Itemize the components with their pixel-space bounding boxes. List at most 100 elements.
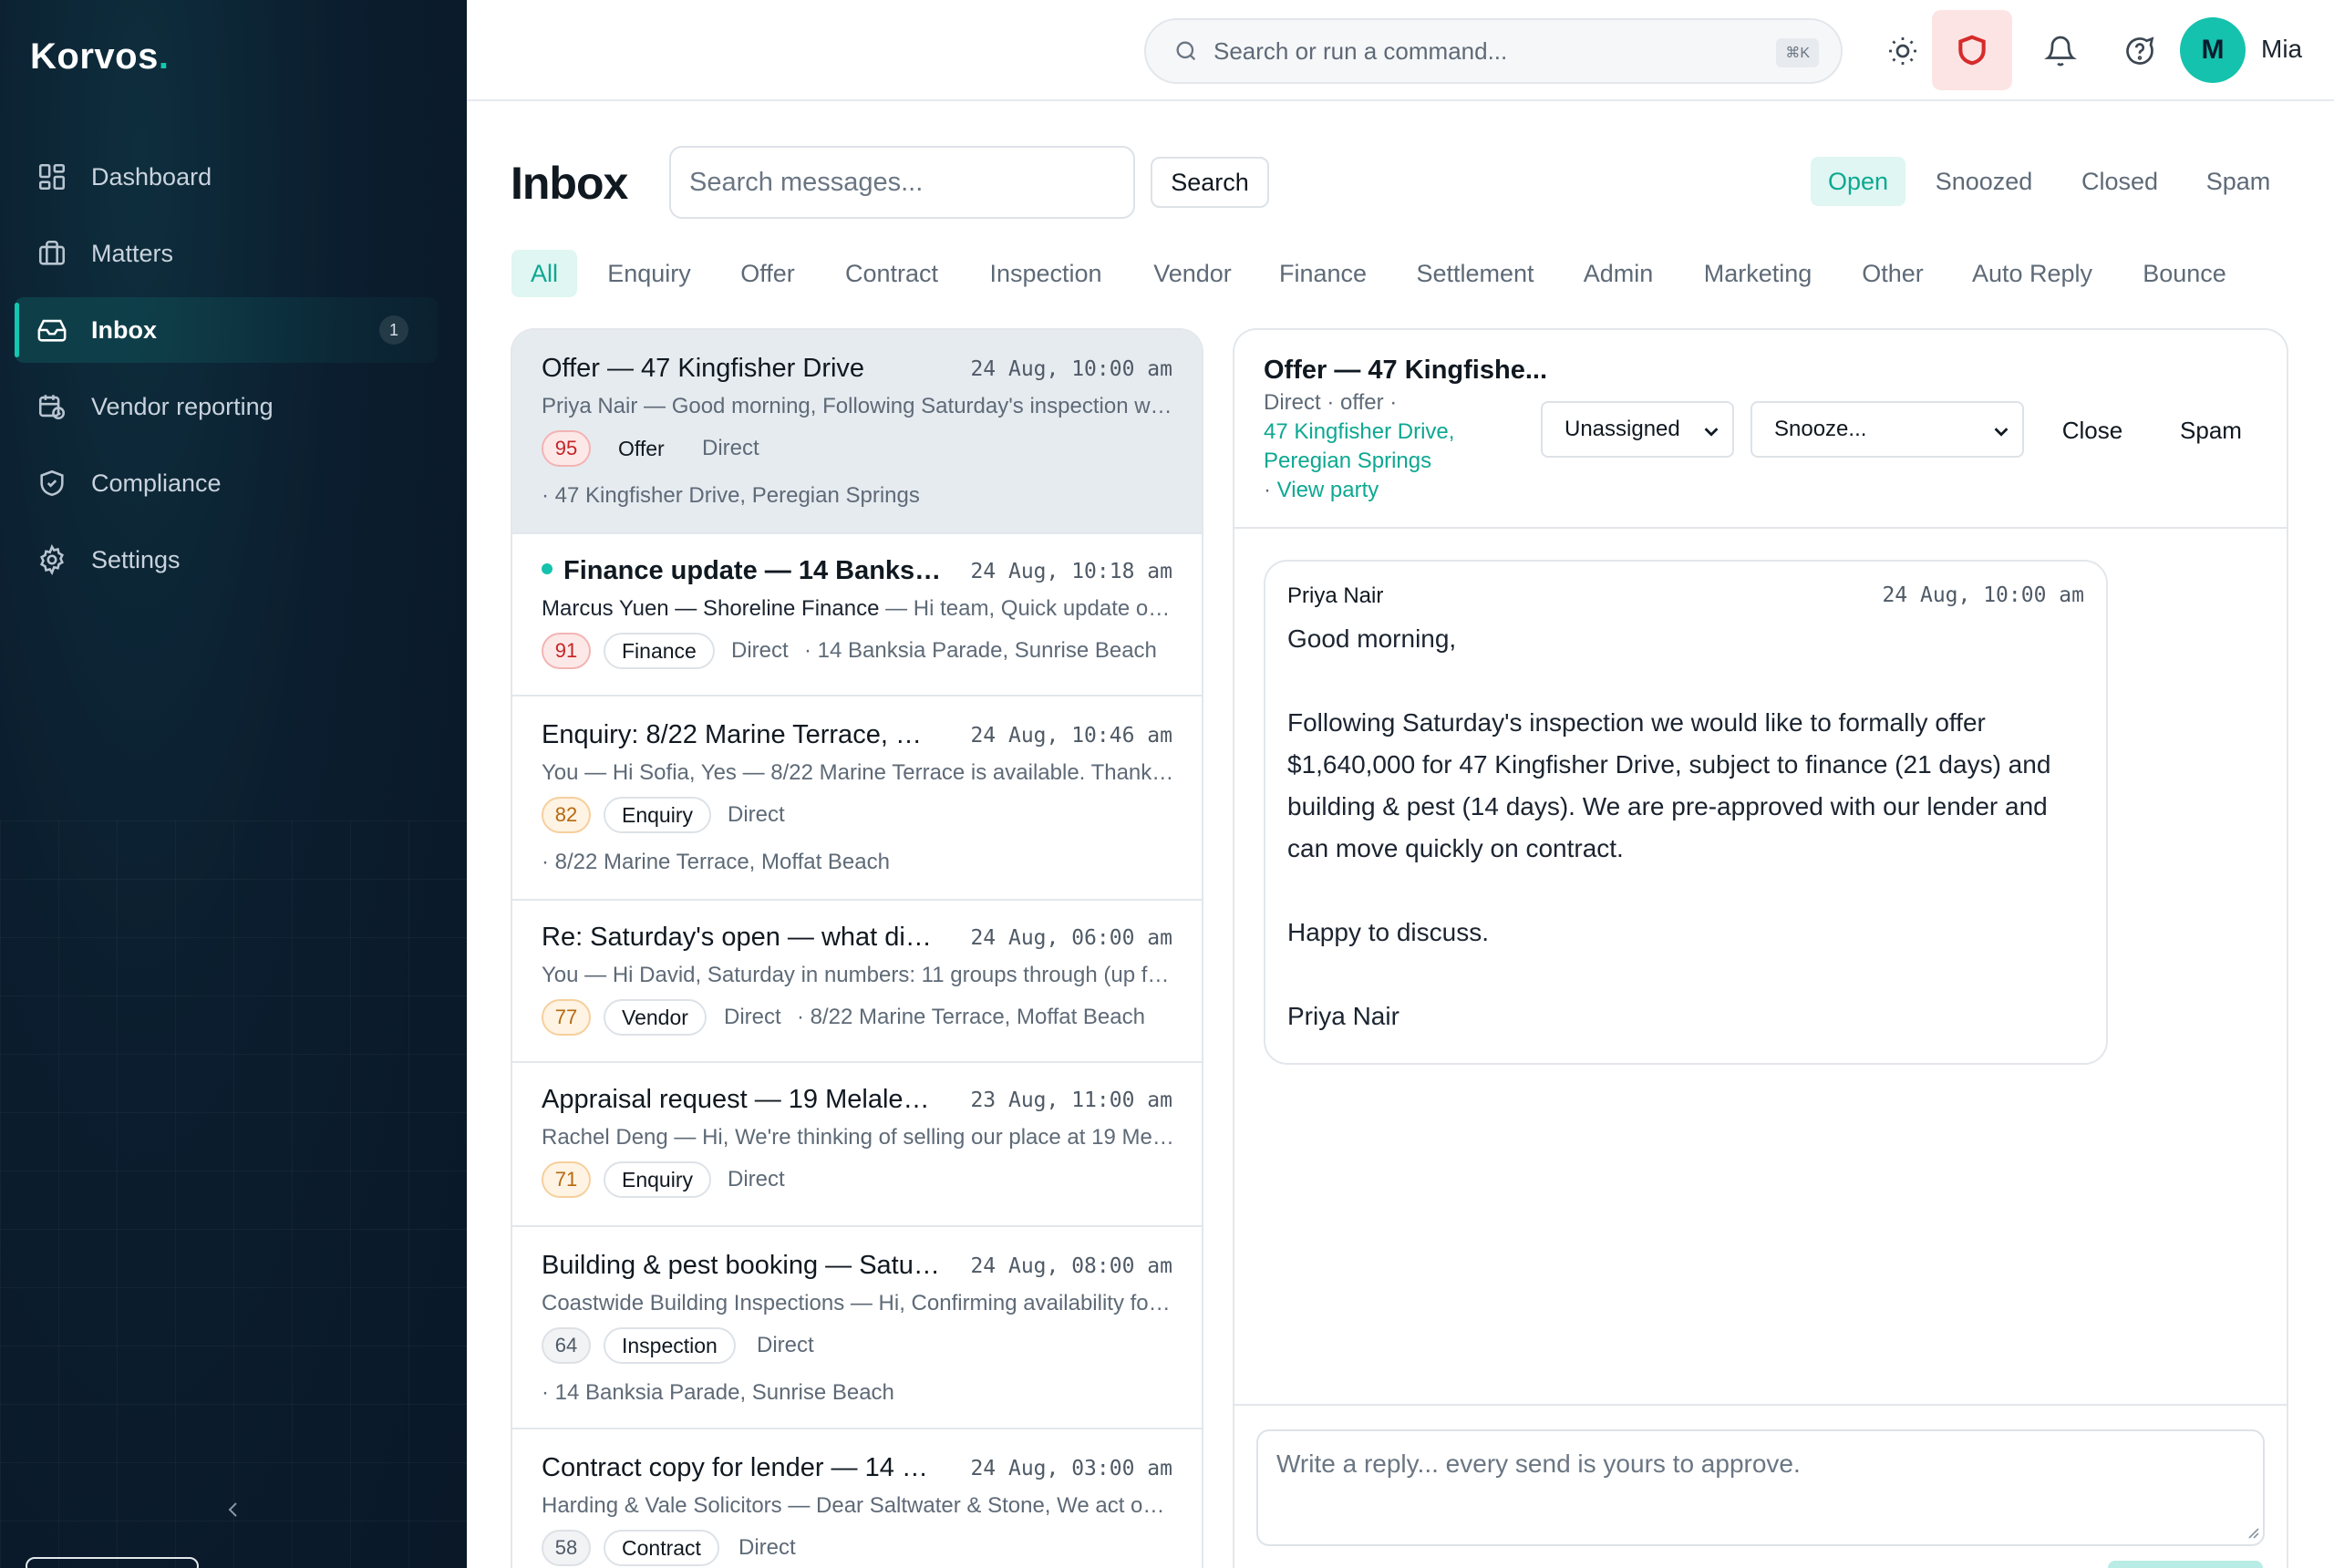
message-time: 24 Aug, 10:18 am — [970, 560, 1172, 583]
category-tab-inspection[interactable]: Inspection — [972, 250, 1120, 297]
category-tab-auto-reply[interactable]: Auto Reply — [1953, 250, 2112, 297]
gear-icon — [40, 544, 64, 575]
message-row[interactable]: Building & pest booking — Saturday inspe… — [512, 1227, 1202, 1429]
collapse-sidebar-button[interactable] — [222, 1499, 244, 1521]
keyboard-shortcut-hint: ⌘K — [1776, 38, 1819, 67]
channel-label: Direct — [757, 1333, 814, 1357]
message-preview: Coastwide Building Inspections — Hi, Con… — [542, 1291, 1174, 1315]
priority-score: 64 — [542, 1327, 591, 1364]
sidebar-item-compliance[interactable]: Compliance — [15, 450, 438, 516]
category-chip: Enquiry — [604, 1161, 711, 1198]
view-party-link[interactable]: View party — [1277, 478, 1379, 502]
category-tab-offer[interactable]: Offer — [720, 250, 815, 297]
category-tab-marketing[interactable]: Marketing — [1685, 250, 1831, 297]
spam-button[interactable]: Spam — [2159, 408, 2263, 452]
shield-alert-icon — [1958, 35, 1986, 66]
category-tab-finance[interactable]: Finance — [1265, 250, 1380, 297]
user-avatar[interactable]: M — [2180, 17, 2246, 83]
message-time: 24 Aug, 06:00 am — [970, 926, 1172, 950]
sidebar-item-label: Matters — [91, 239, 174, 267]
property-link[interactable]: 47 Kingfisher Drive, — [1264, 419, 1454, 445]
help-button[interactable] — [2113, 25, 2166, 77]
message-preview: You — Hi David, Saturday in numbers: 11 … — [542, 963, 1174, 987]
category-chip: Inspection — [604, 1327, 736, 1364]
category-tab-contract[interactable]: Contract — [830, 250, 954, 297]
search-button[interactable]: Search — [1151, 157, 1269, 208]
property-link-line2[interactable]: Peregian Springs — [1264, 449, 1431, 474]
snooze-value: Snooze... — [1774, 417, 1867, 441]
message-body: Good morning, Following Saturday's inspe… — [1287, 618, 2090, 1037]
status-tab-snoozed[interactable]: Snoozed — [1924, 157, 2044, 206]
sidebar-nav: Dashboard Matters Inbox 1 Vendor reporti… — [15, 144, 438, 603]
status-tab-closed[interactable]: Closed — [2066, 157, 2174, 206]
status-tab-open[interactable]: Open — [1811, 157, 1905, 206]
command-search[interactable]: Search or run a command... ⌘K — [1144, 18, 1843, 84]
resize-handle-icon[interactable] — [2245, 1524, 2259, 1539]
message-paragraph: Following Saturday's inspection we would… — [1287, 708, 2051, 862]
message-time: 24 Aug, 10:46 am — [970, 724, 1172, 748]
assignee-select[interactable]: Unassigned — [1541, 401, 1734, 458]
message-row[interactable]: Re: Saturday's open — what did buyers th… — [512, 901, 1202, 1063]
message-row[interactable]: Appraisal request — 19 Melaleuca Street … — [512, 1063, 1202, 1227]
message-time: 24 Aug, 10:00 am — [970, 357, 1172, 381]
shield-check-icon — [40, 469, 64, 497]
notifications-button[interactable] — [2034, 25, 2087, 77]
message-time: 23 Aug, 11:00 am — [970, 1088, 1172, 1112]
sidebar: Korvos. Dashboard Matters Inbox 1 Vendor… — [0, 0, 467, 1568]
app-logo[interactable]: Korvos. — [30, 36, 169, 77]
message-row[interactable]: Finance update — 14 Banksia Parade 24 Au… — [512, 534, 1202, 696]
search-messages-input[interactable] — [669, 146, 1135, 219]
sidebar-item-inbox[interactable]: Inbox 1 — [15, 297, 438, 363]
reply-secondary-button[interactable] — [26, 1557, 199, 1568]
channel-label: Direct — [738, 1535, 796, 1560]
briefcase-icon — [38, 240, 66, 265]
category-tab-settlement[interactable]: Settlement — [1400, 250, 1550, 297]
reply-textarea[interactable] — [1256, 1429, 2265, 1546]
status-tab-spam[interactable]: Spam — [2192, 157, 2285, 206]
message-row[interactable]: Contract copy for lender — 14 Banksia Pa… — [512, 1429, 1202, 1568]
message-row[interactable]: Enquiry: 8/22 Marine Terrace, Moffat Bea… — [512, 696, 1202, 901]
bell-icon — [2044, 36, 2077, 67]
priority-score: 82 — [542, 797, 591, 833]
property-address: · 8/22 Marine Terrace, Moffat Beach — [542, 850, 890, 874]
message-time: 24 Aug, 08:00 am — [970, 1254, 1172, 1278]
sidebar-item-label: Vendor reporting — [91, 392, 274, 420]
category-chip: Vendor — [604, 999, 707, 1036]
user-name[interactable]: Mia — [2261, 35, 2302, 64]
detail-title: Offer — 47 Kingfishe... — [1264, 356, 1547, 385]
sidebar-item-matters[interactable]: Matters — [15, 221, 438, 286]
sidebar-item-label: Inbox — [91, 315, 157, 344]
category-tab-bounce[interactable]: Bounce — [2130, 250, 2239, 297]
unread-indicator — [542, 563, 553, 575]
detail-meta: Direct · offer · — [1264, 390, 1398, 415]
category-tab-enquiry[interactable]: Enquiry — [593, 250, 706, 297]
sidebar-item-dashboard[interactable]: Dashboard — [15, 144, 438, 210]
chevron-left-icon — [228, 1502, 237, 1517]
category-tab-other[interactable]: Other — [1851, 250, 1935, 297]
sidebar-item-vendor-reporting[interactable]: Vendor reporting — [15, 374, 438, 439]
message-row-selected[interactable]: Offer — 47 Kingfisher Drive 24 Aug, 10:0… — [512, 330, 1202, 534]
message-subject: Offer — 47 Kingfisher Drive — [542, 354, 865, 383]
chevron-down-icon — [1994, 428, 2009, 437]
category-tab-admin[interactable]: Admin — [1570, 250, 1667, 297]
message-subject: Appraisal request — 19 Melaleuca Street — [542, 1085, 943, 1114]
priority-score: 95 — [542, 430, 591, 467]
message-preview: Harding & Vale Solicitors — Dear Saltwat… — [542, 1493, 1174, 1518]
channel-label: Direct — [728, 1167, 785, 1191]
close-button[interactable]: Close — [2040, 408, 2144, 452]
security-alert-button[interactable] — [1932, 10, 2012, 90]
property-address: · 47 Kingfisher Drive, Peregian Springs — [542, 483, 920, 508]
dashboard-icon — [38, 163, 66, 191]
send-button[interactable] — [2108, 1561, 2263, 1568]
theme-toggle-button[interactable] — [1876, 25, 1929, 77]
category-chip: Contract — [604, 1530, 719, 1566]
category-tab-all[interactable]: All — [511, 250, 577, 297]
snooze-select[interactable]: Snooze... — [1750, 401, 2024, 458]
sidebar-grid-decoration — [0, 820, 467, 1568]
priority-score: 91 — [542, 633, 591, 669]
sidebar-item-label: Settings — [91, 545, 181, 573]
channel-label: Direct — [731, 638, 789, 663]
category-tab-vendor[interactable]: Vendor — [1138, 250, 1247, 297]
channel-label: Direct — [702, 436, 759, 460]
sidebar-item-settings[interactable]: Settings — [15, 527, 438, 593]
